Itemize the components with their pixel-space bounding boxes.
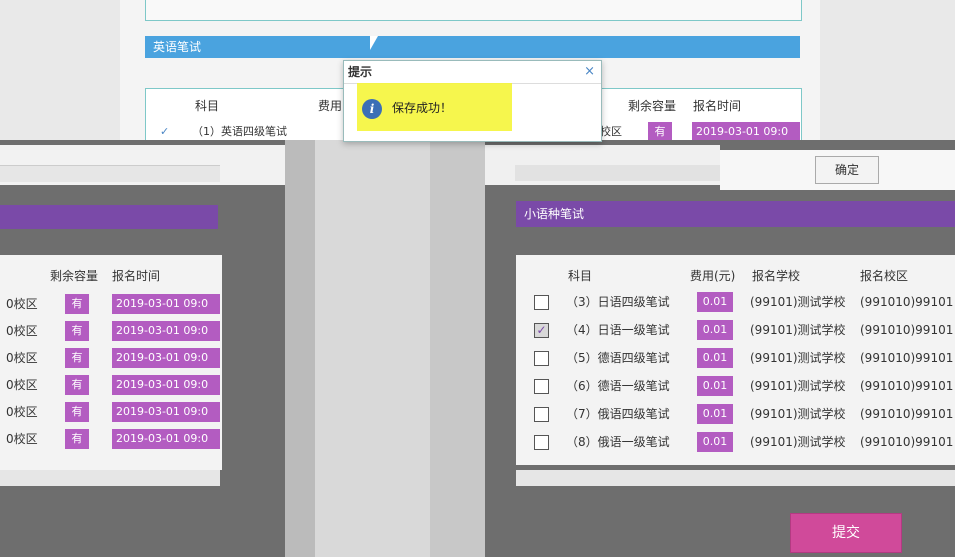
row-fee: 0.01 [697,404,733,424]
row-checkbox[interactable] [534,407,549,422]
row-campus: (991010)99101 [860,323,954,337]
english-row-campus: 校区 [600,125,622,138]
left-row-remaining: 有 [65,294,89,314]
row-campus: (991010)99101 [860,407,954,421]
row-checkbox[interactable]: ✓ [534,323,549,338]
minor-language-section-title: 小语种笔试 [524,207,585,221]
close-icon[interactable]: × [584,64,595,79]
row-campus: (991010)99101 [860,379,954,393]
row-school: (99101)测试学校 [750,379,846,393]
top-frame [145,0,802,21]
right-scrollbar-top[interactable] [515,165,720,181]
left-row-time: 2019-03-01 09:0 [112,402,220,422]
row-fee: 0.01 [697,348,733,368]
row-school: (99101)测试学校 [750,351,846,365]
header-fee: 费用 [318,99,343,113]
row-checkbox[interactable] [534,351,549,366]
left-row-campus: 0校区 [6,324,38,338]
submit-button[interactable]: 提交 [790,513,902,553]
mouse-cursor-icon [370,36,378,50]
row-subject: （3）日语四级笔试 [566,295,670,309]
left-row-time: 2019-03-01 09:0 [112,375,220,395]
middle-divider-left [285,140,315,557]
row-fee: 0.01 [697,320,733,340]
left-header-time: 报名时间 [112,269,161,283]
dialog-message: 保存成功！ [392,101,453,115]
english-row-remaining: 有 [648,122,672,142]
header-remaining: 剩余容量 [628,99,677,113]
row-subject: （5）德语四级笔试 [566,351,670,365]
minor-language-section-header: 小语种笔试 [516,201,955,227]
row-campus: (991010)99101 [860,351,954,365]
row-checkbox[interactable] [534,379,549,394]
right-header-subject: 科目 [568,269,593,283]
row-school: (99101)测试学校 [750,435,846,449]
row-fee: 0.01 [697,432,733,452]
left-row-time: 2019-03-01 09:0 [112,348,220,368]
info-icon: i [362,99,382,119]
header-subject: 科目 [195,99,220,113]
english-row-subject: （1）英语四级笔试 [192,125,287,138]
right-header-campus: 报名校区 [860,269,909,283]
check-icon: ✓ [160,125,170,138]
row-campus: (991010)99101 [860,435,954,449]
left-scrollbar-top[interactable] [0,165,220,182]
row-subject: （8）俄语一级笔试 [566,435,670,449]
row-subject: （6）德语一级笔试 [566,379,670,393]
left-row-campus: 0校区 [6,405,38,419]
ok-button[interactable]: 确定 [815,156,879,184]
left-row-time: 2019-03-01 09:0 [112,429,220,449]
row-checkbox[interactable] [534,295,549,310]
left-scrollbar-bottom[interactable] [0,470,220,486]
row-campus: (991010)99101 [860,295,954,309]
english-section-title: 英语笔试 [153,40,202,54]
left-row-time: 2019-03-01 09:0 [112,321,220,341]
left-header-remaining: 剩余容量 [50,269,99,283]
dialog-title: 提示 [344,61,601,84]
row-school: (99101)测试学校 [750,407,846,421]
left-row-campus: 0校区 [6,432,38,446]
left-row-campus: 0校区 [6,297,38,311]
english-row-time: 2019-03-01 09:0 [692,122,800,142]
left-row-remaining: 有 [65,429,89,449]
left-row-remaining: 有 [65,402,89,422]
middle-divider-right [430,140,485,557]
right-header-school: 报名学校 [752,269,801,283]
right-scrollbar-bottom[interactable] [516,470,955,486]
header-time: 报名时间 [693,99,742,113]
row-subject: （7）俄语四级笔试 [566,407,670,421]
row-fee: 0.01 [697,292,733,312]
row-checkbox[interactable] [534,435,549,450]
row-subject: （4）日语一级笔试 [566,323,670,337]
left-row-remaining: 有 [65,348,89,368]
english-section-header: 英语笔试 [145,36,800,58]
right-header-fee: 费用(元) [690,269,736,283]
left-row-time: 2019-03-01 09:0 [112,294,220,314]
row-school: (99101)测试学校 [750,323,846,337]
row-school: (99101)测试学校 [750,295,846,309]
left-row-campus: 0校区 [6,378,38,392]
left-row-remaining: 有 [65,321,89,341]
row-fee: 0.01 [697,376,733,396]
left-row-remaining: 有 [65,375,89,395]
left-section-header [0,205,218,229]
success-dialog: 提示 × i 保存成功！ [343,60,602,142]
left-row-campus: 0校区 [6,351,38,365]
